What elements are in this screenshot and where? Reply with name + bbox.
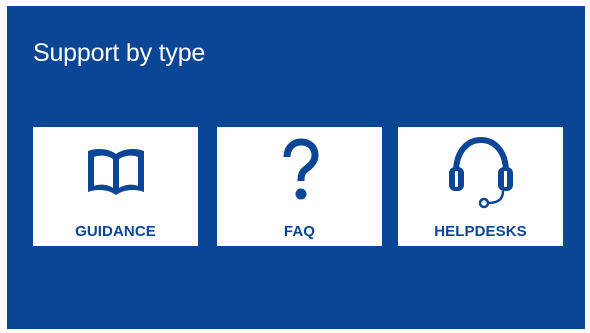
- book-icon: [33, 135, 198, 209]
- section-title: Support by type: [33, 39, 206, 67]
- question-mark-icon: [217, 135, 382, 209]
- helpdesks-tile[interactable]: HELPDESKS: [398, 127, 563, 246]
- guidance-tile[interactable]: GUIDANCE: [33, 127, 198, 246]
- guidance-label: GUIDANCE: [75, 223, 156, 240]
- headset-icon: [398, 135, 563, 209]
- faq-tile[interactable]: FAQ: [217, 127, 382, 246]
- helpdesks-label: HELPDESKS: [434, 223, 527, 240]
- faq-label: FAQ: [283, 223, 316, 240]
- support-by-type-panel: Support by type GUIDANCE FAQ HELPDESKS: [7, 6, 585, 329]
